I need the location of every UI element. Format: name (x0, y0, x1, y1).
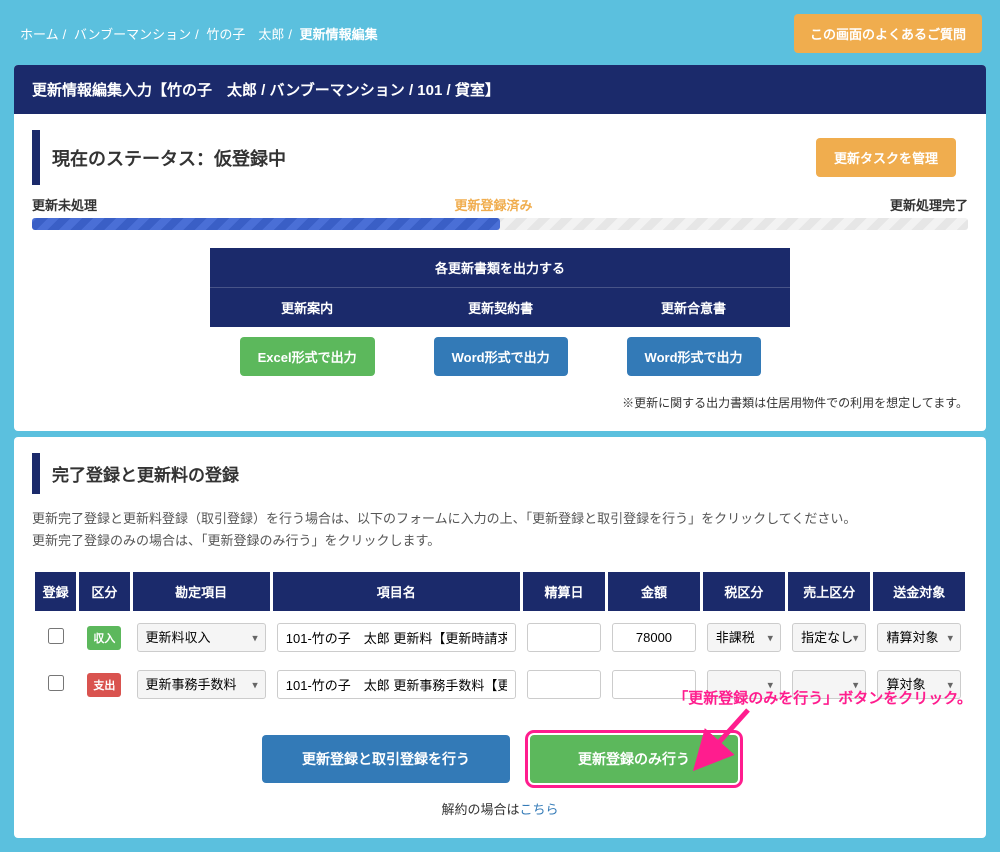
th-kbn: 区分 (79, 572, 129, 611)
progress-label-mid: 更新登録済み (454, 195, 532, 214)
th-register: 登録 (35, 572, 76, 611)
breadcrumb-tenant[interactable]: 竹の子 太郎 (206, 27, 284, 42)
manage-task-button[interactable]: 更新タスクを管理 (816, 138, 956, 177)
progress-bar (32, 218, 968, 230)
row1-target-select[interactable]: 精算対象 (877, 623, 961, 652)
callout-annotation: 「更新登録のみを行う」ボタンをクリック。 (673, 687, 972, 708)
page-title: 更新情報編集入力【竹の子 太郎 / バンブーマンション / 101 / 貸室】 (14, 65, 986, 114)
export-word-contract-button[interactable]: Word形式で出力 (434, 337, 568, 376)
cancel-footer: 解約の場合はこちら (32, 799, 968, 818)
th-sale: 売上区分 (788, 572, 870, 611)
cancel-link[interactable]: こちら (520, 802, 559, 817)
th-tax: 税区分 (703, 572, 785, 611)
th-item: 項目名 (273, 572, 520, 611)
output-col-contract: 更新契約書 (404, 288, 597, 328)
th-amount: 金額 (608, 572, 700, 611)
th-account: 勘定項目 (133, 572, 270, 611)
section-description: 更新完了登録と更新料登録（取引登録）を行う場合は、以下のフォームに入力の上、「更… (32, 508, 968, 552)
status-heading: 現在のステータス：仮登録中 (52, 145, 816, 171)
output-note: ※更新に関する出力書類は住居用物件での利用を想定してます。 (32, 394, 968, 411)
row1-item-input[interactable] (277, 623, 516, 652)
output-header: 各更新書類を出力する (210, 248, 790, 288)
row1-amount-input[interactable] (612, 623, 696, 652)
progress-label-left: 更新未処理 (32, 195, 97, 214)
row2-checkbox[interactable] (48, 675, 64, 691)
output-col-agreement: 更新合意書 (597, 288, 790, 328)
row2-account-select[interactable]: 更新事務手数料 (137, 670, 266, 699)
breadcrumb-building[interactable]: バンブーマンション (74, 27, 191, 42)
output-table: 各更新書類を出力する 更新案内 更新契約書 更新合意書 Excel形式で出力 W… (210, 248, 790, 386)
breadcrumb-home[interactable]: ホーム (20, 27, 59, 42)
register-both-button[interactable]: 更新登録と取引登録を行う (262, 735, 510, 783)
row1-account-select[interactable]: 更新料収入 (137, 623, 266, 652)
row1-badge: 収入 (87, 626, 121, 650)
th-date: 精算日 (523, 572, 605, 611)
output-col-guide: 更新案内 (210, 288, 404, 328)
row2-item-input[interactable] (277, 670, 516, 699)
row1-checkbox[interactable] (48, 628, 64, 644)
register-only-button[interactable]: 更新登録のみ行う (530, 735, 738, 783)
export-word-agreement-button[interactable]: Word形式で出力 (627, 337, 761, 376)
breadcrumb-current: 更新情報編集 (300, 27, 378, 42)
section-title: 完了登録と更新料の登録 (32, 453, 968, 494)
row1-tax-select[interactable]: 非課税 (707, 623, 781, 652)
progress-label-right: 更新処理完了 (890, 195, 968, 214)
row2-date-input[interactable] (527, 670, 601, 699)
row2-badge: 支出 (87, 673, 121, 697)
th-target: 送金対象 (873, 572, 965, 611)
faq-button[interactable]: この画面のよくあるご質問 (794, 14, 982, 53)
row1-sale-select[interactable]: 指定なし (792, 623, 866, 652)
breadcrumb: ホーム/ バンブーマンション/ 竹の子 太郎/ 更新情報編集 (18, 24, 380, 43)
table-row: 収入 更新料収入 非課税 指定なし 精算対象 (35, 617, 965, 658)
export-excel-button[interactable]: Excel形式で出力 (240, 337, 375, 376)
row1-date-input[interactable] (527, 623, 601, 652)
